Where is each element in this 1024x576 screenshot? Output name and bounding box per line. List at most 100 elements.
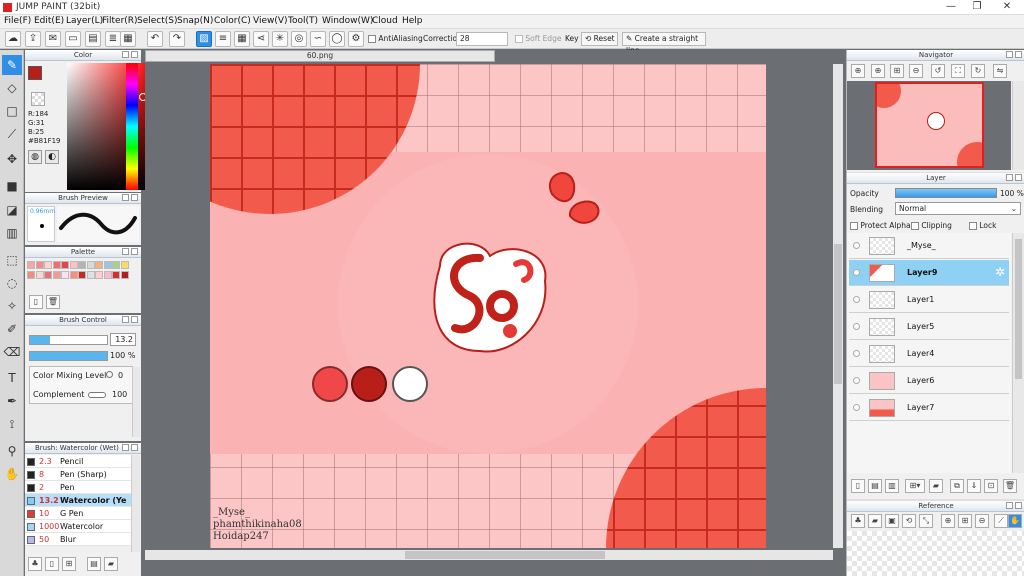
snap-perspective-icon[interactable]: ⋖ (253, 31, 269, 47)
layer-opacity-slider[interactable] (895, 188, 997, 198)
magic-wand-tool-icon[interactable]: ✧ (2, 296, 22, 316)
menu-view[interactable]: View(V) (253, 16, 288, 26)
soft-edge-checkbox[interactable]: Soft Edge (515, 34, 561, 43)
palette-swatch[interactable] (120, 261, 129, 269)
palette-swatch[interactable] (86, 261, 95, 269)
layer-list-scrollbar[interactable] (1012, 233, 1024, 473)
minimize-button[interactable]: — (940, 1, 962, 13)
lasso-tool-icon[interactable]: ◌ (2, 273, 22, 293)
snap-radial-icon[interactable]: ✳ (272, 31, 288, 47)
palette-swatch[interactable] (44, 261, 52, 269)
layer-row-myse[interactable]: _Myse_ (849, 233, 1009, 259)
palette-swatch[interactable] (120, 271, 129, 279)
menu-color[interactable]: Color(C) (214, 16, 251, 26)
duplicate-layer-icon[interactable]: ⧉ (950, 479, 964, 493)
brush-list-scrollbar[interactable] (131, 455, 140, 552)
layer-row-layer4[interactable]: Layer4 (849, 341, 1009, 367)
new-layer-icon[interactable]: ▯ (851, 479, 865, 493)
eraser-tool-icon[interactable]: ◇ (2, 78, 22, 98)
straight-line-button[interactable]: ✎ Create a straight line (622, 32, 706, 55)
brush-opacity-slider[interactable] (29, 351, 108, 361)
brush-copy-icon[interactable]: ▤ (87, 557, 101, 571)
flip-icon[interactable]: ⇋ (993, 64, 1007, 78)
brush-item-pen-sharp[interactable]: 8 Pen (Sharp) (25, 468, 131, 481)
shape-tool-icon[interactable]: □ (2, 101, 22, 121)
zoom-fit-icon[interactable]: ⊕ (851, 64, 865, 78)
pipette-tool-icon[interactable]: ⟟ (2, 414, 22, 434)
color-set-icon[interactable]: ◐ (45, 150, 59, 164)
navigator-preview[interactable] (847, 81, 1011, 170)
display-icon[interactable]: ▭ (65, 31, 81, 47)
palette-swatch[interactable] (44, 271, 52, 279)
brush-item-pencil[interactable]: 2.3 Pencil (25, 455, 131, 468)
document-icon[interactable]: ▤ (85, 31, 101, 47)
select-rect-tool-icon[interactable]: ⬚ (2, 250, 22, 270)
gear-icon[interactable]: ✲ (995, 265, 1005, 279)
reference-pipette-icon[interactable]: ⟋ (994, 514, 1008, 528)
palette-swatch[interactable] (103, 271, 112, 279)
select-pen-tool-icon[interactable]: ✐ (2, 319, 22, 339)
brush-size-input[interactable]: 13.2 (110, 333, 136, 346)
visibility-icon[interactable] (853, 269, 860, 276)
brush-folder-icon[interactable]: ▰ (104, 557, 118, 571)
redo-icon[interactable]: ↷ (169, 31, 185, 47)
brush-tool-icon[interactable]: ✎ (2, 55, 22, 75)
document-tab[interactable]: 60.png (145, 50, 495, 62)
new-swatch-icon[interactable]: ▯ (29, 295, 43, 309)
menu-window[interactable]: Window(W) (322, 16, 373, 26)
brush-size-slider[interactable] (29, 335, 108, 345)
grid-icon[interactable]: ▦ (120, 31, 136, 47)
rotate-right-icon[interactable]: ↻ (971, 64, 985, 78)
merge-down-icon[interactable]: ⇓ (967, 479, 981, 493)
reference-rotate-icon[interactable]: ⟲ (902, 514, 916, 528)
palette-swatch[interactable] (35, 271, 44, 279)
clipping-checkbox[interactable]: Clipping (911, 221, 952, 230)
cloud-icon[interactable]: ☁ (5, 31, 21, 47)
brush-add-icon[interactable]: ⊞ (62, 557, 76, 571)
brush-item-watercolor[interactable]: 1000 Watercolor (25, 520, 131, 533)
text-tool-icon[interactable]: T (2, 368, 22, 388)
share-icon[interactable]: ⇪ (25, 31, 41, 47)
bucket-tool-icon[interactable]: ◪ (2, 200, 22, 220)
visibility-icon[interactable] (853, 377, 860, 384)
pen-path-tool-icon[interactable]: ✒ (2, 391, 22, 411)
palette-swatch[interactable] (69, 261, 78, 269)
menu-snap[interactable]: Snap(N) (177, 16, 213, 26)
palette-swatch[interactable] (78, 271, 86, 279)
reference-zoom-out-icon[interactable]: ⊖ (975, 514, 989, 528)
menu-select[interactable]: Select(S) (137, 16, 178, 26)
palette-swatch[interactable] (112, 271, 120, 279)
layer-row-layer1[interactable]: Layer1 (849, 287, 1009, 313)
eyedropper-tool-icon[interactable]: ⚲ (2, 441, 22, 461)
palette-swatch[interactable] (61, 261, 69, 269)
close-button[interactable]: ✕ (996, 1, 1018, 13)
palette-swatch[interactable] (86, 271, 95, 279)
visibility-icon[interactable] (853, 242, 860, 249)
palette-mode-icon[interactable]: ◍ (28, 150, 42, 164)
menu-file[interactable]: File(F) (4, 16, 31, 26)
undo-icon[interactable]: ↶ (147, 31, 163, 47)
delete-swatch-icon[interactable]: 🗑 (46, 295, 60, 309)
palette-swatch[interactable] (69, 271, 78, 279)
artboard[interactable]: _Myse_ phamthikinaha08 Hoidap247 (210, 64, 766, 548)
menu-tool[interactable]: Tool(T) (288, 16, 318, 26)
snap-concentric-icon[interactable]: ◎ (291, 31, 307, 47)
list-icon[interactable]: ≣ (105, 31, 121, 47)
reset-button[interactable]: ⟲ Reset (581, 32, 618, 46)
reference-image-icon[interactable]: ▣ (885, 514, 899, 528)
palette-swatch[interactable] (103, 261, 112, 269)
fill-rect-tool-icon[interactable]: ■ (2, 176, 22, 196)
reference-zoom-in-icon[interactable]: ⊕ (941, 514, 955, 528)
gradient-tool-icon[interactable]: ▥ (2, 223, 22, 243)
reference-cloud-icon[interactable]: ♣ (851, 514, 865, 528)
select-eraser-tool-icon[interactable]: ⌫ (2, 342, 22, 362)
visibility-icon[interactable] (853, 404, 860, 411)
menu-cloud[interactable]: Cloud (372, 16, 398, 26)
palette-swatch[interactable] (35, 261, 44, 269)
new-folder-icon[interactable]: ▰ (929, 479, 943, 493)
zoom-actual-icon[interactable]: ⊞ (890, 64, 904, 78)
comment-icon[interactable]: ✉ (45, 31, 61, 47)
layer-row-layer9[interactable]: Layer9 ✲ (849, 260, 1009, 286)
hue-slider[interactable] (126, 63, 138, 190)
mixing-dial-icon[interactable] (106, 371, 113, 378)
